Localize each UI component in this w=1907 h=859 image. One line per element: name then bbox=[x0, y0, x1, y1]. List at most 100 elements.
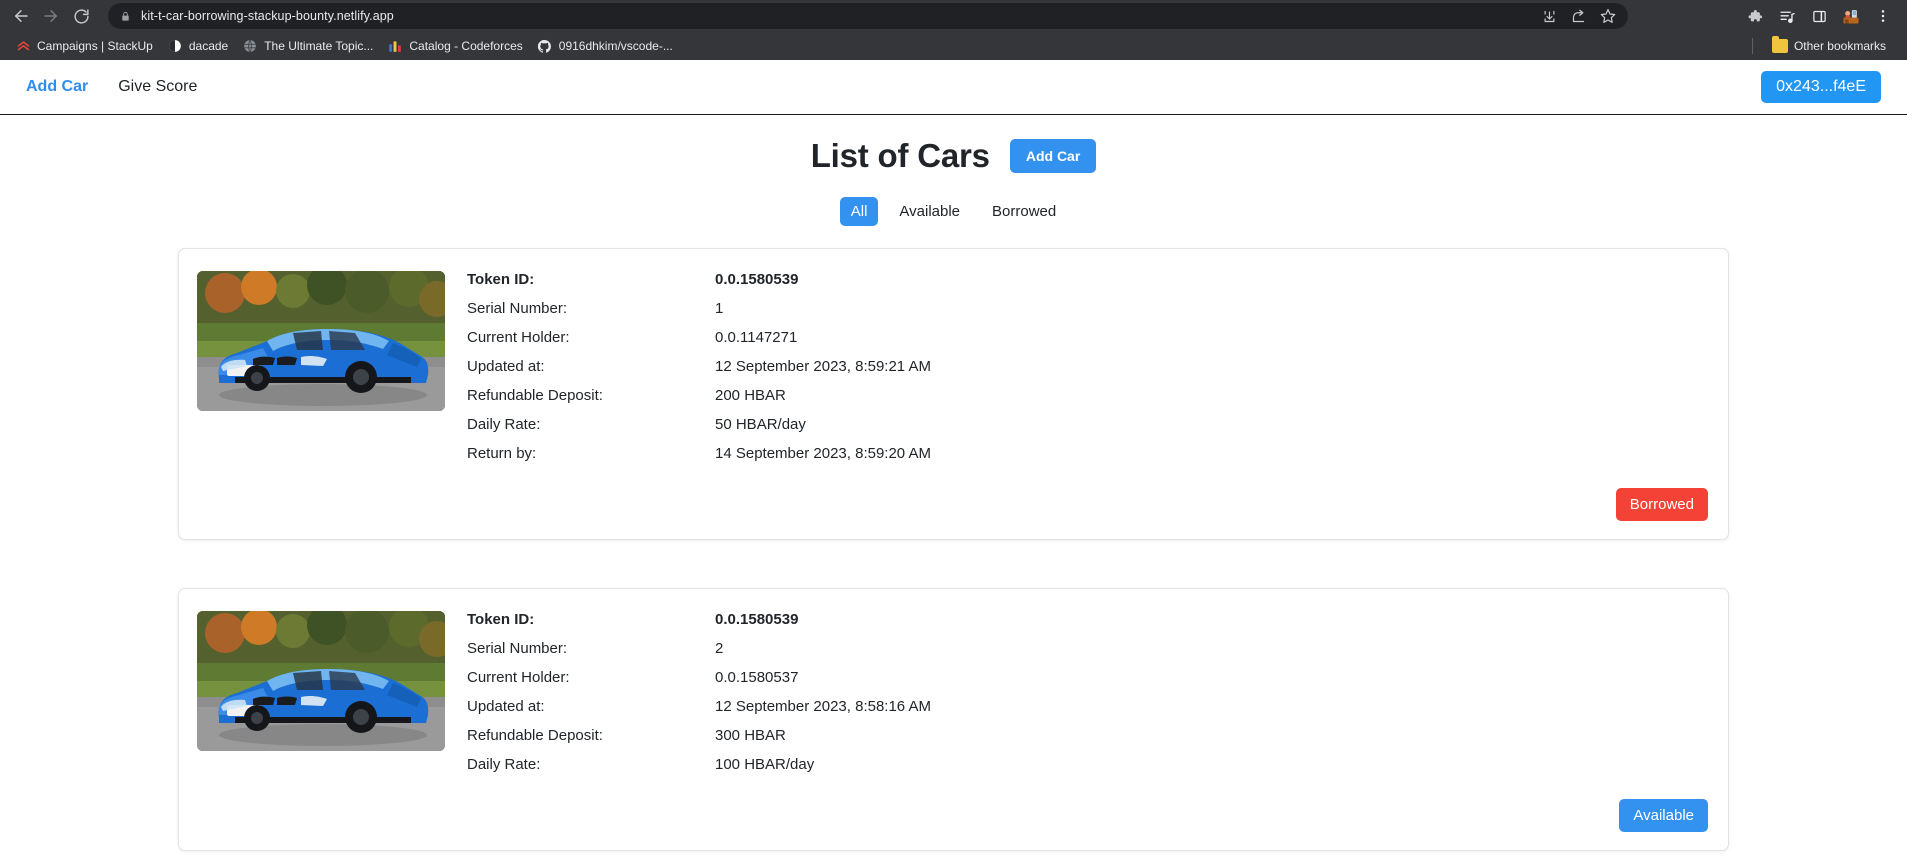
chrome-menu-icon[interactable] bbox=[1867, 2, 1899, 30]
detail-label: Daily Rate: bbox=[467, 756, 541, 773]
profile-avatar-icon[interactable] bbox=[1835, 2, 1867, 30]
detail-row-serial-number: Serial Number: 2 bbox=[467, 640, 1708, 669]
back-arrow-icon[interactable] bbox=[6, 2, 36, 30]
codeforces-favicon bbox=[387, 38, 403, 54]
detail-row-serial-number: Serial Number: 1 bbox=[467, 300, 1708, 329]
status-badge-available[interactable]: Available bbox=[1619, 799, 1708, 832]
share-icon[interactable] bbox=[1571, 9, 1586, 24]
detail-value: 12 September 2023, 8:58:16 AM bbox=[715, 698, 931, 715]
blue-bmw-sedan-photo bbox=[197, 271, 445, 411]
car-card: Token ID: 0.0.1580539 Serial Number: 2 C… bbox=[178, 588, 1729, 851]
detail-row-refundable-deposit: Refundable Deposit: 200 HBAR bbox=[467, 387, 1708, 416]
bookmark-star-icon[interactable] bbox=[1600, 8, 1616, 24]
side-panel-icon[interactable] bbox=[1803, 2, 1835, 30]
car-details: Token ID: 0.0.1580539 Serial Number: 1 C… bbox=[445, 271, 1708, 521]
detail-value: 0.0.1580539 bbox=[715, 271, 799, 288]
bookmark-label: Catalog - Codeforces bbox=[409, 39, 523, 53]
extensions-puzzle-icon[interactable] bbox=[1739, 2, 1771, 30]
filter-tab-available[interactable]: Available bbox=[888, 197, 971, 226]
browser-chrome: kit-t-car-borrowing-stackup-bounty.netli… bbox=[0, 0, 1907, 60]
bookmark-label: The Ultimate Topic... bbox=[264, 39, 374, 53]
detail-value: 14 September 2023, 8:59:20 AM bbox=[715, 445, 931, 462]
page-content: List of Cars Add Car All Available Borro… bbox=[0, 115, 1907, 851]
detail-label: Token ID: bbox=[467, 271, 535, 288]
page-title-row: List of Cars Add Car bbox=[0, 137, 1907, 175]
status-badge-borrowed[interactable]: Borrowed bbox=[1615, 488, 1708, 521]
bookmark-item-codeforces[interactable]: Catalog - Codeforces bbox=[380, 36, 529, 56]
reading-list-icon[interactable] bbox=[1771, 2, 1803, 30]
detail-label: Token ID: bbox=[467, 611, 535, 628]
other-bookmarks-button[interactable]: Other bookmarks bbox=[1765, 36, 1893, 56]
detail-row-token-id: Token ID: 0.0.1580539 bbox=[467, 611, 1708, 640]
car-card: Token ID: 0.0.1580539 Serial Number: 1 C… bbox=[178, 248, 1729, 540]
detail-label: Serial Number: bbox=[467, 640, 568, 657]
address-bar[interactable]: kit-t-car-borrowing-stackup-bounty.netli… bbox=[108, 3, 1628, 29]
dacade-favicon bbox=[167, 38, 183, 54]
filter-tabs: All Available Borrowed bbox=[0, 197, 1907, 226]
detail-label: Refundable Deposit: bbox=[467, 387, 603, 404]
car-photo bbox=[197, 271, 445, 411]
bookmark-item-ultimate-topic[interactable]: The Ultimate Topic... bbox=[235, 36, 380, 56]
detail-label: Current Holder: bbox=[467, 329, 570, 346]
other-bookmarks-area: Other bookmarks bbox=[1751, 36, 1899, 56]
detail-value: 12 September 2023, 8:59:21 AM bbox=[715, 358, 931, 375]
bookmark-item-github[interactable]: 0916dhkim/vscode-... bbox=[530, 36, 680, 56]
bookmark-label: Campaigns | StackUp bbox=[37, 39, 153, 53]
detail-row-current-holder: Current Holder: 0.0.1147271 bbox=[467, 329, 1708, 358]
bookmarks-bar: Campaigns | StackUp dacade The Ultimate … bbox=[0, 32, 1907, 60]
globe-favicon bbox=[242, 38, 258, 54]
detail-label: Updated at: bbox=[467, 698, 545, 715]
detail-row-daily-rate: Daily Rate: 100 HBAR/day bbox=[467, 756, 1708, 785]
reload-icon[interactable] bbox=[66, 2, 96, 30]
chrome-actions bbox=[1739, 2, 1901, 30]
nav-link-add-car[interactable]: Add Car bbox=[26, 78, 88, 96]
detail-row-daily-rate: Daily Rate: 50 HBAR/day bbox=[467, 416, 1708, 445]
detail-value: 0.0.1580539 bbox=[715, 611, 799, 628]
forward-arrow-icon[interactable] bbox=[36, 2, 66, 30]
omnibox-actions bbox=[1530, 8, 1616, 24]
wallet-address-button[interactable]: 0x243...f4eE bbox=[1761, 71, 1881, 103]
detail-row-current-holder: Current Holder: 0.0.1580537 bbox=[467, 669, 1708, 698]
add-car-button[interactable]: Add Car bbox=[1009, 139, 1097, 173]
bookmark-item-stackup[interactable]: Campaigns | StackUp bbox=[8, 36, 160, 56]
nav-links: Add Car Give Score bbox=[26, 78, 197, 96]
detail-label: Current Holder: bbox=[467, 669, 570, 686]
detail-value: 1 bbox=[715, 300, 724, 317]
car-list: Token ID: 0.0.1580539 Serial Number: 1 C… bbox=[0, 248, 1907, 851]
card-footer: Available bbox=[467, 785, 1708, 832]
detail-value: 100 HBAR/day bbox=[715, 756, 815, 773]
detail-value: 0.0.1580537 bbox=[715, 669, 799, 686]
car-details: Token ID: 0.0.1580539 Serial Number: 2 C… bbox=[445, 611, 1708, 832]
bookmark-item-dacade[interactable]: dacade bbox=[160, 36, 235, 56]
detail-value: 200 HBAR bbox=[715, 387, 786, 404]
address-bar-url: kit-t-car-borrowing-stackup-bounty.netli… bbox=[141, 9, 394, 23]
filter-tab-all[interactable]: All bbox=[839, 197, 879, 226]
detail-row-refundable-deposit: Refundable Deposit: 300 HBAR bbox=[467, 727, 1708, 756]
bookmarks-divider bbox=[1751, 38, 1753, 54]
stackup-favicon bbox=[15, 38, 31, 54]
detail-label: Daily Rate: bbox=[467, 416, 541, 433]
github-favicon bbox=[537, 38, 553, 54]
detail-label: Return by: bbox=[467, 445, 537, 462]
bookmark-label: 0916dhkim/vscode-... bbox=[558, 39, 673, 53]
detail-row-updated-at: Updated at: 12 September 2023, 8:58:16 A… bbox=[467, 698, 1708, 727]
app-navbar: Add Car Give Score 0x243...f4eE bbox=[0, 60, 1907, 115]
detail-value: 2 bbox=[715, 640, 724, 657]
page-title: List of Cars bbox=[810, 137, 990, 174]
detail-label: Serial Number: bbox=[467, 300, 568, 317]
browser-toolbar: kit-t-car-borrowing-stackup-bounty.netli… bbox=[0, 0, 1907, 32]
lock-icon bbox=[120, 10, 131, 23]
other-bookmarks-label: Other bookmarks bbox=[1793, 39, 1886, 53]
filter-tab-borrowed[interactable]: Borrowed bbox=[981, 197, 1067, 226]
install-app-icon[interactable] bbox=[1542, 9, 1557, 24]
nav-link-give-score[interactable]: Give Score bbox=[118, 78, 197, 96]
detail-value: 300 HBAR bbox=[715, 727, 786, 744]
detail-value: 50 HBAR/day bbox=[715, 416, 806, 433]
bookmark-label: dacade bbox=[188, 39, 229, 53]
folder-icon bbox=[1771, 36, 1788, 54]
detail-value: 0.0.1147271 bbox=[715, 329, 798, 346]
blue-bmw-sedan-photo bbox=[197, 611, 445, 751]
detail-label: Refundable Deposit: bbox=[467, 727, 603, 744]
card-footer: Borrowed bbox=[467, 474, 1708, 521]
detail-row-return-by: Return by: 14 September 2023, 8:59:20 AM bbox=[467, 445, 1708, 474]
